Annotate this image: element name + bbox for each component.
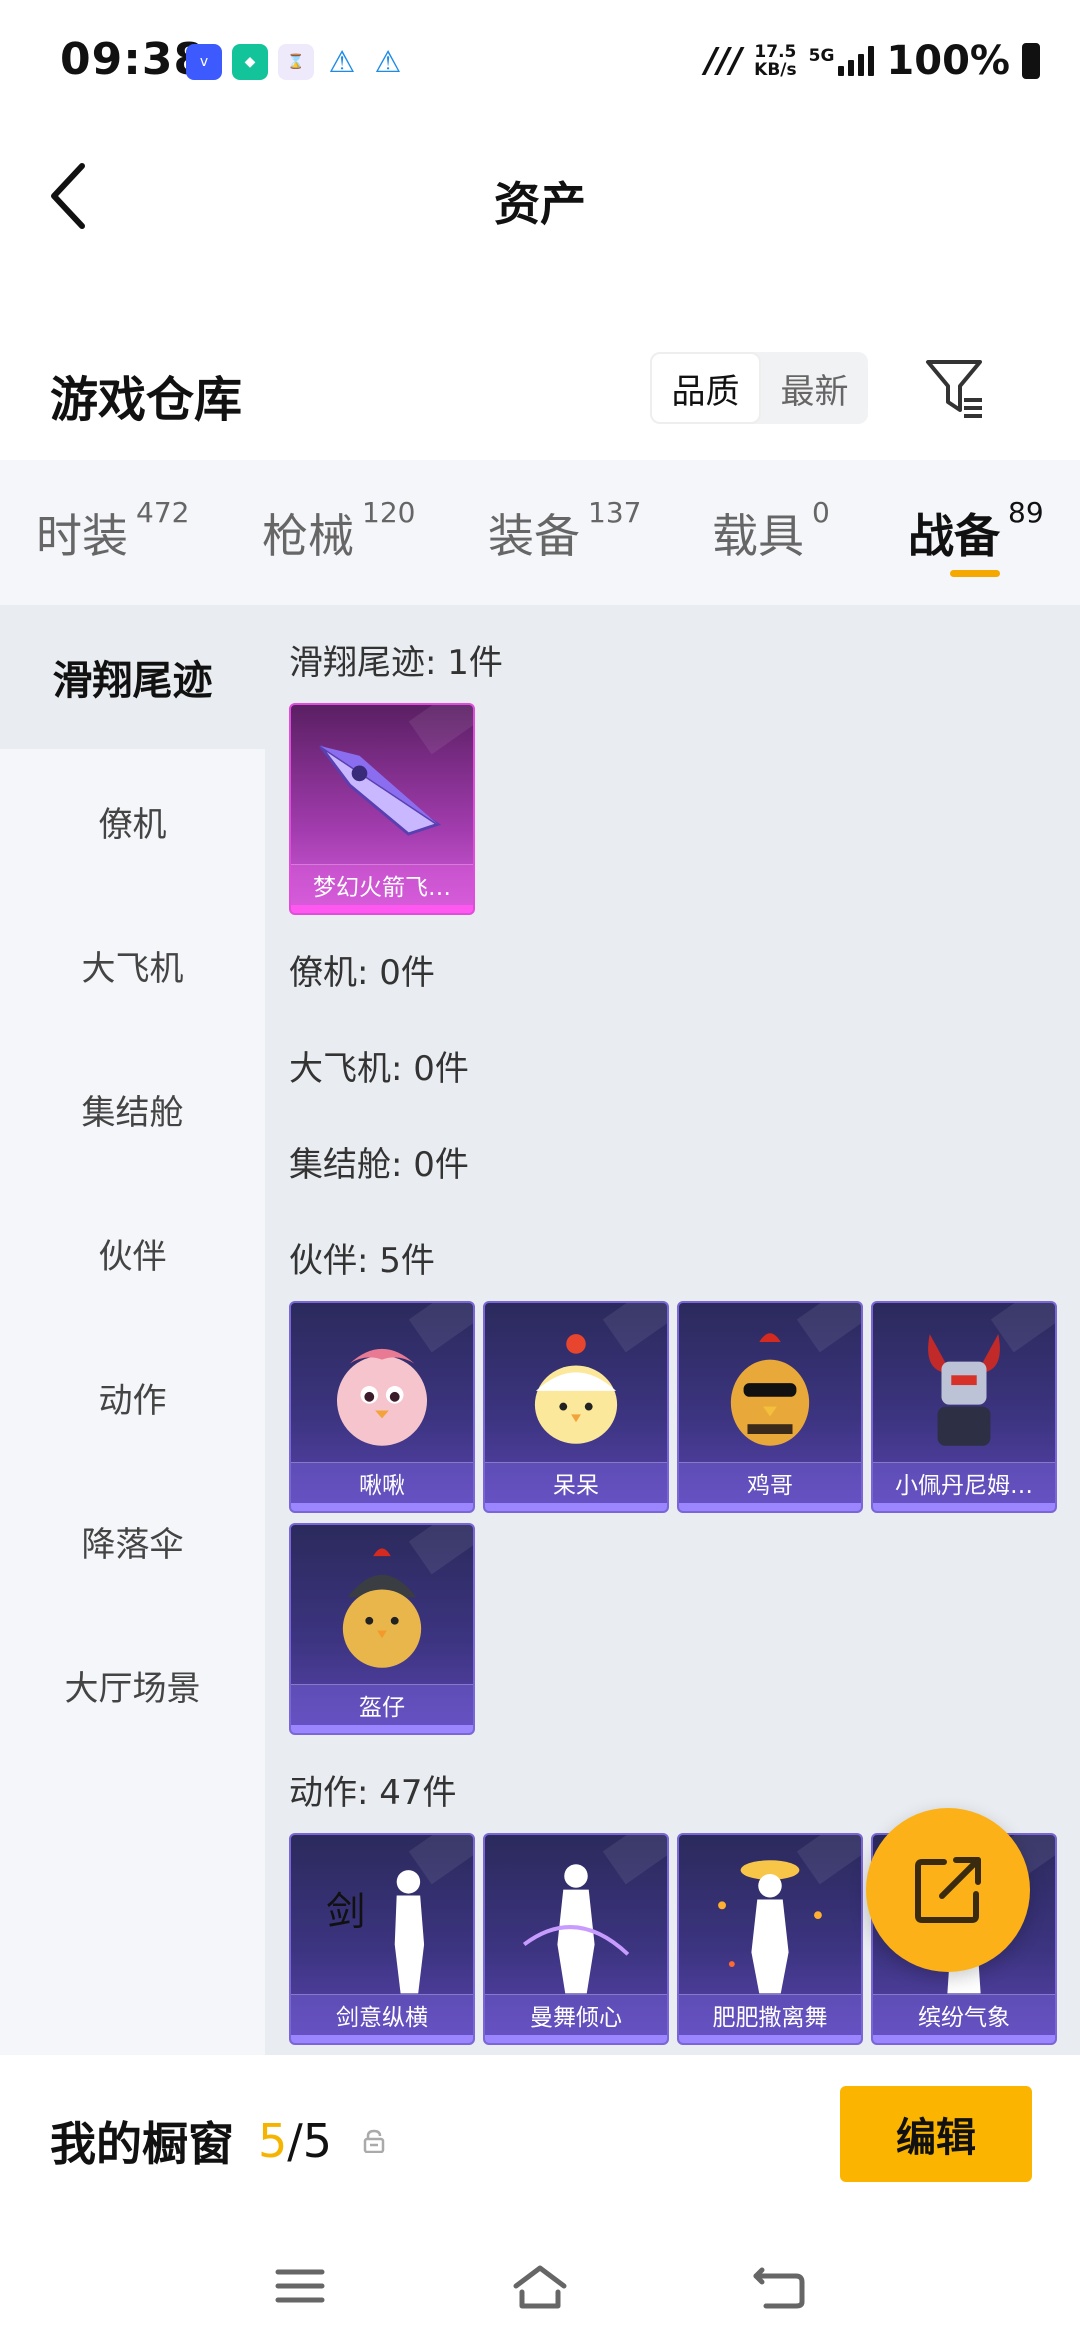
sidebar-item-parachute[interactable]: 降落伞	[0, 1469, 265, 1613]
sidebar-item-assembly-pod[interactable]: 集结舱	[0, 1037, 265, 1181]
item-card[interactable]: 盔仔	[289, 1523, 475, 1735]
firework-dance-image	[718, 1860, 822, 1994]
menu-icon[interactable]	[270, 2262, 330, 2310]
section-title-wingman: 僚机: 0件	[289, 953, 435, 993]
edit-button[interactable]: 编辑	[840, 2086, 1032, 2182]
sort-newest-option[interactable]: 最新	[761, 352, 868, 424]
vivo-app-icon: v	[186, 44, 222, 80]
shield-app-icon: ◆	[232, 44, 268, 80]
tab-vehicles[interactable]: 载具 0	[712, 496, 830, 566]
item-card[interactable]: 小佩丹尼姆…	[871, 1301, 1057, 1513]
tab-fashion[interactable]: 时装 472	[36, 496, 189, 566]
home-icon[interactable]	[510, 2262, 570, 2310]
battery-icon	[1022, 43, 1040, 79]
glider-image	[319, 744, 442, 836]
sort-toggle: 品质 最新	[650, 352, 868, 424]
section-title-assembly: 集结舱: 0件	[289, 1145, 469, 1185]
tab-guns[interactable]: 枪械 120	[262, 496, 415, 566]
robot-partner-image	[928, 1334, 1000, 1446]
warning-icon: ⚠	[370, 44, 406, 80]
hourglass-icon: ⌛	[278, 44, 314, 80]
item-card[interactable]: 梦幻火箭飞…	[289, 703, 475, 915]
category-tabs: 时装 472 枪械 120 装备 137 载具 0 战备 89	[0, 460, 1080, 605]
tab-battle-prep[interactable]: 战备 89	[908, 496, 1044, 566]
battery-percent: 100%	[886, 38, 1010, 84]
item-card[interactable]: 肥肥撒离舞	[677, 1833, 863, 2045]
chick-image	[534, 1334, 618, 1444]
status-right: /// 17.5 KB/s 5G 100%	[705, 38, 1040, 84]
network-type: 5G	[808, 46, 835, 66]
dance-image	[522, 1864, 630, 1994]
signal-icon	[838, 46, 875, 76]
showcase-title: 我的橱窗	[50, 2117, 234, 2171]
rooster-image	[730, 1333, 810, 1446]
sidebar-item-lobby-scene[interactable]: 大厅场景	[0, 1613, 265, 1757]
sidebar-item-action[interactable]: 动作	[0, 1325, 265, 1469]
page-title: 资产	[494, 177, 586, 231]
section-title-partner: 伙伴: 5件	[289, 1241, 435, 1281]
status-bar: 09:38 v ◆ ⌛ ⚠ ⚠ /// 17.5 KB/s 5G 100%	[0, 0, 1080, 120]
sidebar: 滑翔尾迹 僚机 大飞机 集结舱 伙伴 动作 降落伞 大厅场景	[0, 605, 265, 2055]
filter-icon[interactable]	[922, 356, 986, 420]
pink-bird-image	[336, 1348, 428, 1446]
svg-text:剑: 剑	[326, 1890, 365, 1935]
section-title-action: 动作: 47件	[289, 1773, 457, 1813]
item-card[interactable]: 曼舞倾心	[483, 1833, 669, 2045]
section-title-glide: 滑翔尾迹: 1件	[289, 643, 503, 683]
clock: 09:38	[60, 34, 206, 85]
lock-icon	[363, 2129, 385, 2153]
network-speed: 17.5 KB/s	[754, 42, 797, 80]
warehouse-title: 游戏仓库	[50, 372, 243, 428]
helmet-chick-image	[342, 1548, 422, 1668]
external-link-icon	[915, 1857, 981, 1923]
item-card[interactable]: 剑 剑意纵横	[289, 1833, 475, 2045]
item-card[interactable]: 啾啾	[289, 1301, 475, 1513]
item-card[interactable]: 鸡哥	[677, 1301, 863, 1513]
hd-icon: ///	[704, 41, 743, 81]
sidebar-item-partner[interactable]: 伙伴	[0, 1181, 265, 1325]
sidebar-item-big-plane[interactable]: 大飞机	[0, 893, 265, 1037]
share-button[interactable]	[866, 1808, 1030, 1972]
sidebar-item-wingman[interactable]: 僚机	[0, 749, 265, 893]
showcase-row: 我的橱窗 5/5	[50, 2108, 386, 2174]
sidebar-item-glide-trail[interactable]: 滑翔尾迹	[0, 605, 265, 749]
warning-icon: ⚠	[324, 44, 360, 80]
item-card[interactable]: 呆呆	[483, 1301, 669, 1513]
showcase-count: 5/5	[258, 2114, 333, 2168]
section-title-big-plane: 大飞机: 0件	[289, 1049, 469, 1089]
sort-quality-option[interactable]: 品质	[650, 352, 761, 424]
sword-dance-image: 剑	[326, 1870, 425, 1994]
back-nav-icon[interactable]	[750, 2262, 810, 2310]
tab-equipment[interactable]: 装备 137	[488, 496, 641, 566]
active-tab-indicator	[950, 570, 1000, 577]
